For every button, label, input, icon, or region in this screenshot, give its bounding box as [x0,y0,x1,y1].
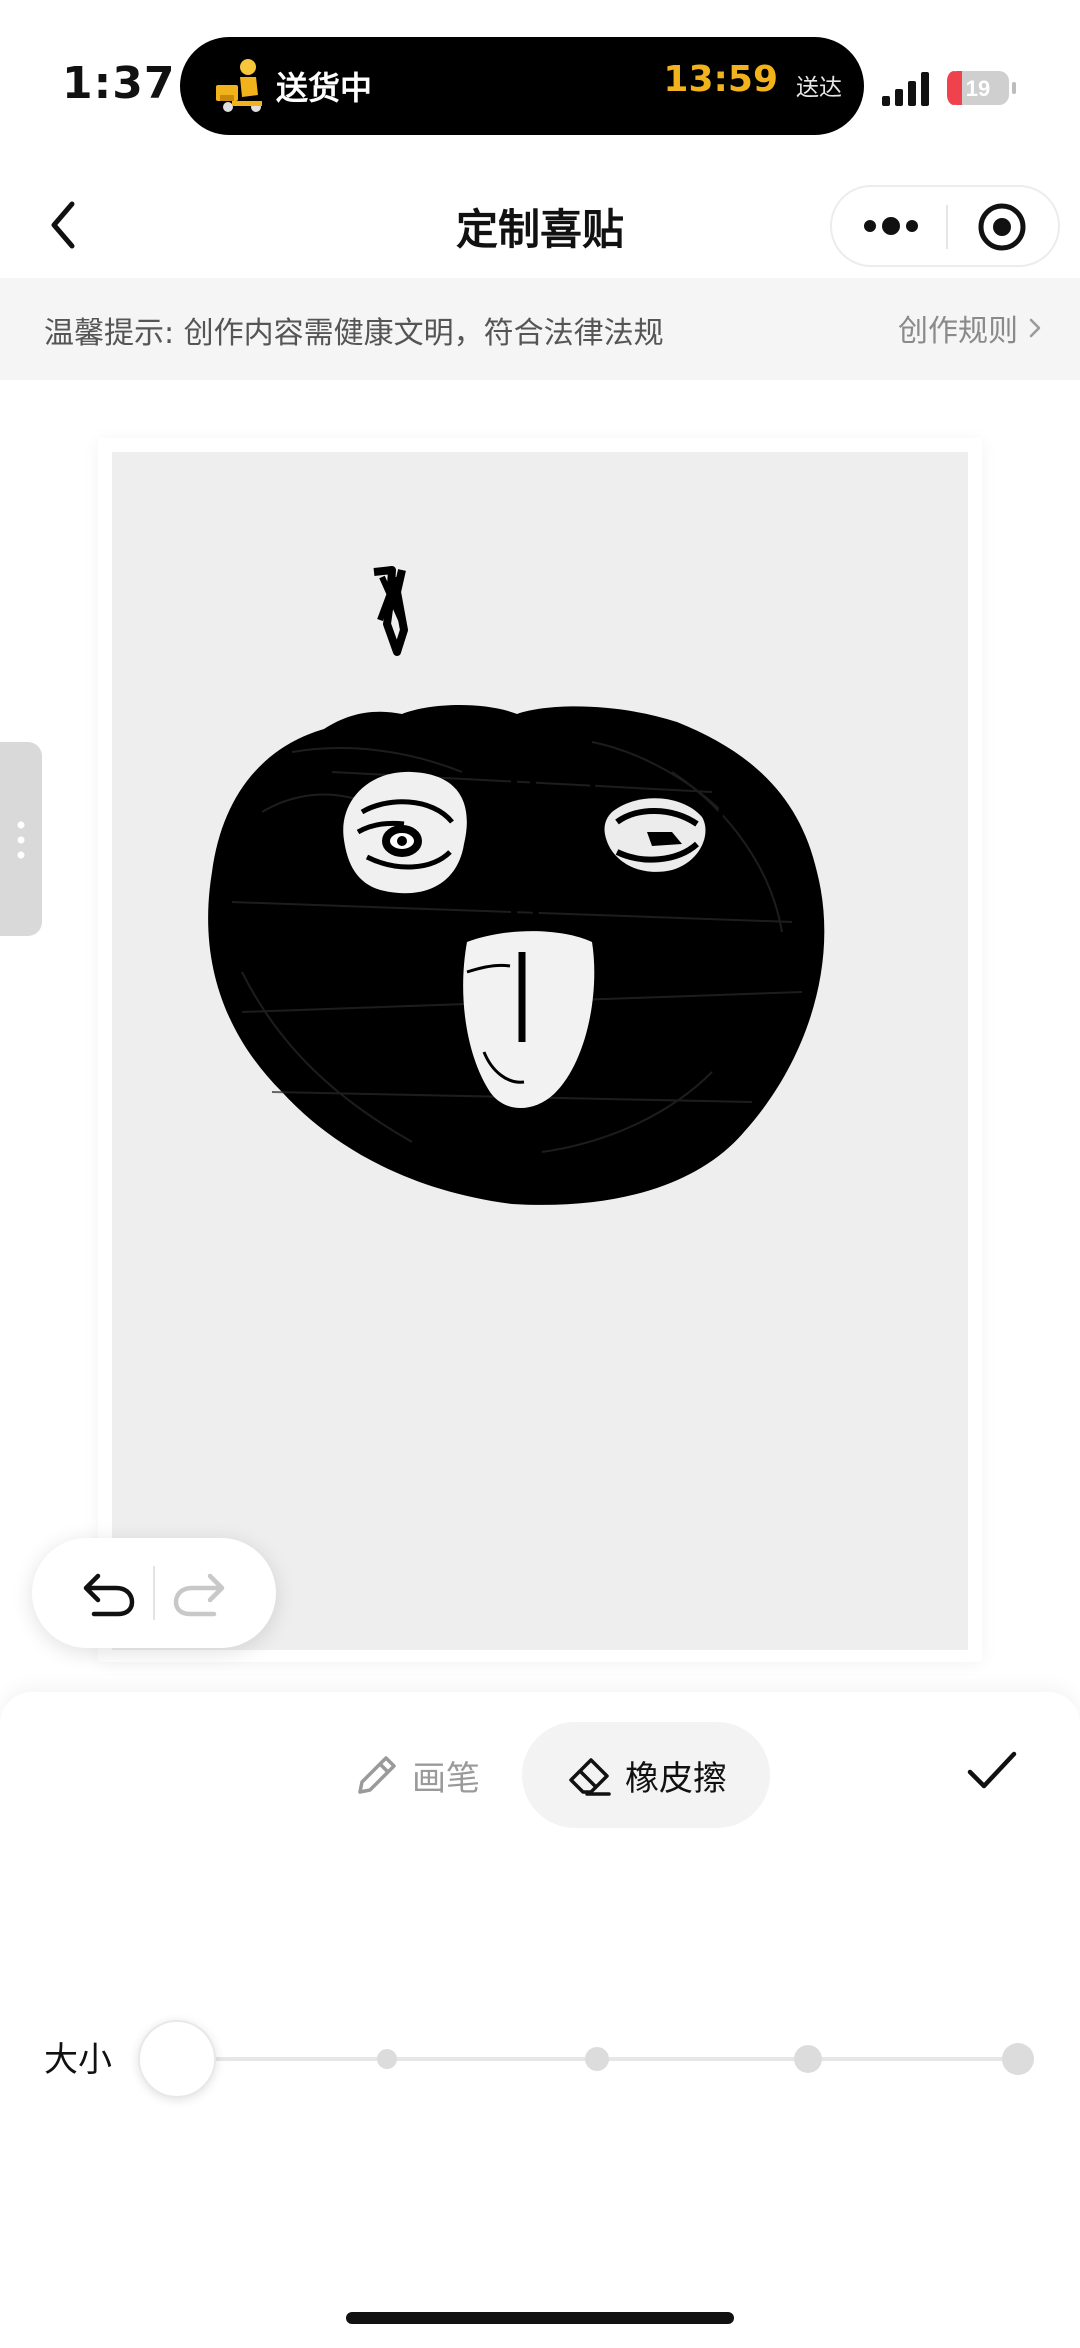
size-step-dot[interactable] [376,2049,397,2069]
redo-icon[interactable] [170,1566,228,1620]
canvas-frame [98,438,982,1662]
tip-text: 温馨提示: 创作内容需健康文明，符合法律法规 [44,316,664,351]
delivery-courier-icon [216,59,262,112]
target-circle-icon[interactable] [976,201,1028,253]
size-step-dot[interactable] [1002,2043,1034,2075]
delivery-eta-time: 13:59 [663,59,778,100]
delivery-status-text: 送货中 [276,69,373,107]
undo-icon[interactable] [80,1566,138,1620]
eraser-tool-label: 橡皮擦 [625,1758,727,1799]
vertical-dots-icon [17,821,25,859]
tool-panel: 画笔 橡皮擦 大小 [0,1692,1080,2348]
home-indicator [346,2312,734,2324]
status-time: 1:37 [62,58,176,109]
pen-icon [358,1756,396,1794]
status-bar: 1:37 送货中 13:59 送达 19 [0,0,1080,170]
history-controls [32,1538,276,1648]
delivery-eta-label: 送达 [796,75,842,101]
history-divider [153,1566,155,1620]
size-label: 大小 [44,2040,112,2080]
size-slider-thumb[interactable] [138,2020,216,2098]
creation-rules-link[interactable]: 创作规则 [898,306,1046,350]
more-dots-icon[interactable] [856,203,926,249]
cellular-signal-icon [882,72,929,106]
battery-icon: 19 [947,71,1016,105]
eraser-tool-tab[interactable]: 橡皮擦 [522,1722,770,1828]
chevron-right-icon [1029,318,1041,338]
eraser-icon [569,1758,611,1796]
checkmark-icon[interactable] [962,1742,1022,1802]
tip-bar: 温馨提示: 创作内容需健康文明，符合法律法规 创作规则 [0,278,1080,380]
capsule-divider [946,205,948,249]
pen-tool-label: 画笔 [412,1758,480,1799]
battery-level: 19 [966,76,990,101]
drawing-canvas[interactable] [112,452,968,1650]
size-step-dot[interactable] [585,2047,609,2071]
size-step-dot[interactable] [793,2045,822,2073]
apple-face-sketch [208,566,825,1205]
creation-rules-label: 创作规则 [898,314,1018,349]
nav-bar: 定制喜贴 [0,170,1080,280]
side-drawer-handle[interactable] [0,742,42,936]
dynamic-island-live-activity[interactable]: 送货中 13:59 送达 [180,37,864,135]
miniprogram-capsule [830,185,1060,267]
pen-tool-tab[interactable]: 画笔 [352,1722,480,1828]
